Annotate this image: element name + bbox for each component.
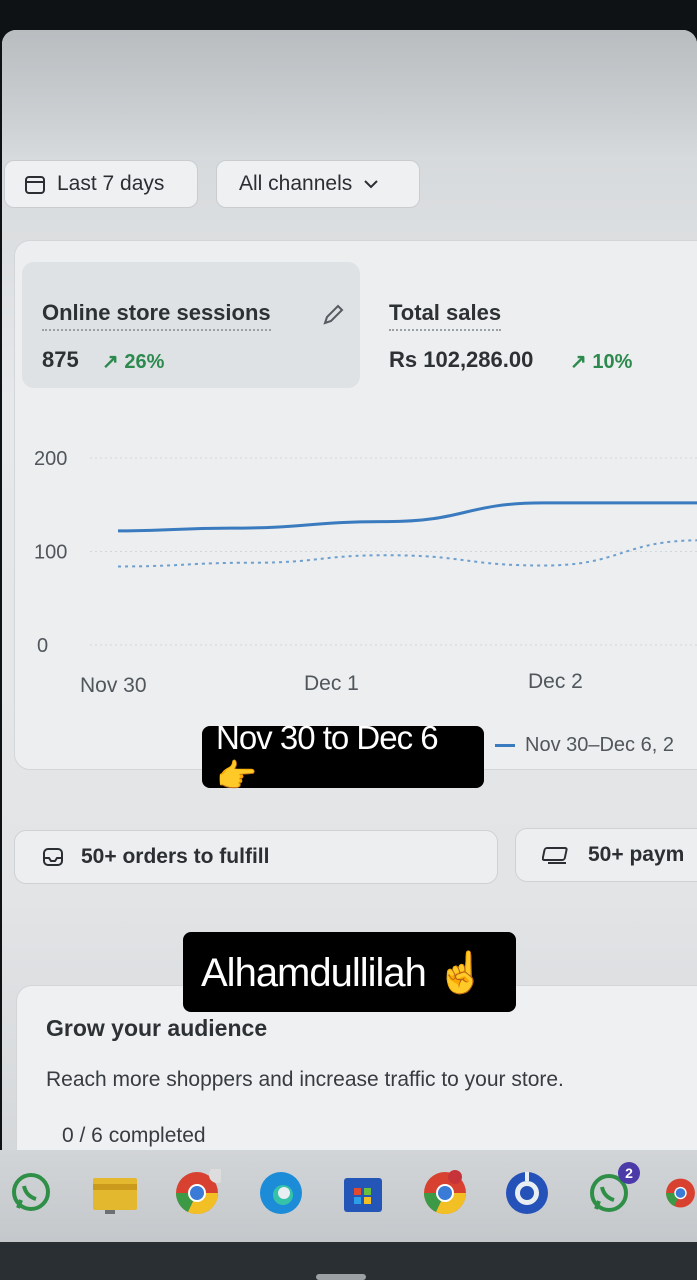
whatsapp-alt-icon[interactable]: 2 — [584, 1162, 640, 1218]
screen-glare — [2, 30, 697, 160]
pencil-icon[interactable] — [320, 302, 346, 328]
chrome-icon[interactable] — [172, 1168, 222, 1218]
payments-button[interactable]: 50+ paym — [515, 828, 697, 882]
date-range-filter[interactable]: Last 7 days — [4, 160, 198, 208]
legend-label: Nov 30–Dec 6, 2 — [525, 734, 674, 756]
inbox-icon — [43, 848, 63, 866]
payments-label: 50+ paym — [588, 843, 685, 866]
sessions-label: Online store sessions — [42, 300, 271, 331]
y-tick-label: 100 — [34, 542, 67, 564]
sessions-value: 875 — [42, 347, 79, 372]
chrome-edge-partial-icon[interactable] — [664, 1168, 697, 1218]
sessions-delta-value: 26% — [124, 351, 165, 373]
channels-filter[interactable]: All channels — [216, 160, 420, 208]
orders-label: 50+ orders to fulfill — [81, 845, 270, 868]
channels-label: All channels — [239, 172, 353, 195]
chrome-profile-icon[interactable] — [420, 1168, 470, 1218]
notification-badge: 2 — [618, 1162, 640, 1184]
sales-delta-value: 10% — [592, 351, 633, 373]
sales-delta: ↗ 10% — [570, 351, 633, 373]
x-tick-label: Dec 1 — [304, 672, 359, 695]
sales-value: Rs 102,286.00 — [389, 347, 534, 372]
x-tick-label: Nov 30 — [80, 674, 147, 697]
date-range-label: Last 7 days — [57, 172, 165, 195]
calendar-icon — [25, 176, 45, 194]
legend-swatch — [495, 744, 515, 747]
y-tick-label: 0 — [37, 635, 48, 657]
x-tick-label: Dec 2 — [528, 670, 583, 693]
chart-x-ticks: Nov 30 Dec 1 Dec 2 — [80, 670, 583, 697]
chart-grid — [90, 457, 697, 646]
series-current-line — [117, 501, 697, 533]
chrome-alt-icon[interactable] — [502, 1168, 552, 1218]
series-comparison-line — [117, 539, 697, 568]
store-icon[interactable] — [338, 1168, 388, 1218]
grow-title: Grow your audience — [46, 1015, 268, 1041]
chart-series — [117, 501, 697, 568]
edge-icon[interactable] — [256, 1168, 306, 1218]
chart-y-ticks: 200 100 0 — [34, 448, 67, 657]
chart-legend: Nov 30–Dec 6, 2 — [495, 734, 674, 757]
caption-overlay-2: Alhamdullilah ☝ — [183, 932, 516, 1012]
file-explorer-icon[interactable] — [90, 1168, 140, 1218]
sessions-line-chart: 200 100 0 Nov 30 Dec 1 Dec 2 — [34, 448, 697, 697]
grow-description: Reach more shoppers and increase traffic… — [46, 1068, 564, 1091]
chevron-down-icon — [364, 180, 378, 189]
y-tick-label: 200 — [34, 448, 67, 470]
whatsapp-icon[interactable] — [6, 1168, 56, 1218]
sessions-delta: ↗ 26% — [102, 351, 165, 373]
grow-progress: 0 / 6 completed — [62, 1124, 206, 1147]
home-indicator[interactable] — [316, 1274, 366, 1280]
caption-overlay-1: Nov 30 to Dec 6 👉 — [202, 719, 484, 794]
sales-label[interactable]: Total sales — [389, 300, 502, 331]
orders-to-fulfill-button[interactable]: 50+ orders to fulfill — [14, 830, 498, 884]
money-icon — [542, 847, 568, 864]
